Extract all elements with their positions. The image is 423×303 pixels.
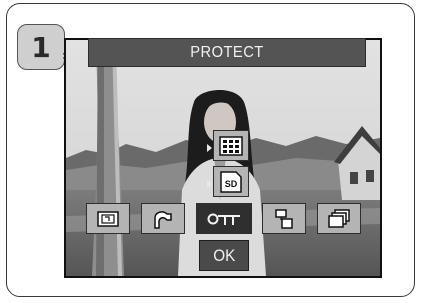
sd-card-icon: SD (220, 170, 242, 193)
print-order-icon (328, 208, 350, 228)
menu-title: PROTECT (190, 43, 264, 61)
slideshow-icon (154, 210, 172, 229)
copy-button[interactable] (262, 203, 306, 234)
slideshow-button[interactable] (141, 203, 185, 234)
rotate-image-icon (97, 210, 119, 227)
print-order-button[interactable] (317, 203, 361, 234)
ok-label: OK (212, 245, 236, 265)
sd-card-label: SD (225, 179, 238, 189)
protect-key-icon (207, 213, 240, 225)
step-number: 1 (31, 30, 51, 64)
all-frames-grid-icon (219, 135, 243, 156)
submenu-arrow-icon (207, 180, 212, 188)
protect-sd-card-button[interactable]: SD (213, 166, 249, 197)
rotate-button[interactable] (86, 203, 130, 234)
step-number-badge: 1 (17, 24, 65, 70)
protect-all-frames-button[interactable] (213, 130, 249, 161)
protect-button[interactable] (196, 203, 252, 234)
submenu-arrow-icon (207, 144, 212, 152)
ok-button[interactable]: OK (199, 240, 249, 271)
menu-title-bar: PROTECT (88, 38, 366, 67)
copy-icon (275, 208, 293, 229)
